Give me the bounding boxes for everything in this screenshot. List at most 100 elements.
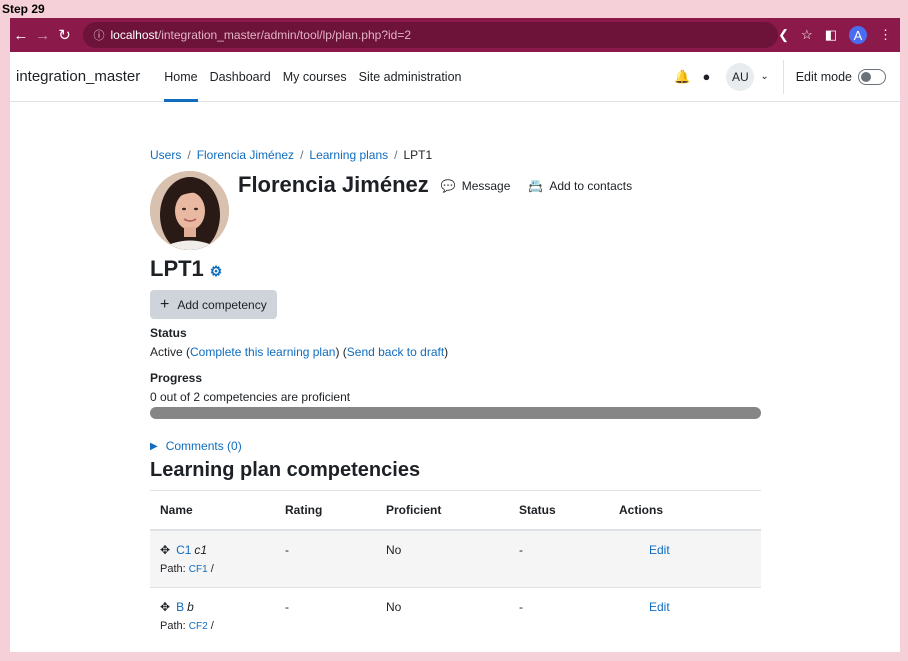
send-back-to-draft-link[interactable]: Send back to draft xyxy=(347,345,444,359)
competency-link[interactable]: C1 xyxy=(176,543,191,557)
col-proficient: Proficient xyxy=(376,490,509,531)
cell-name: ✥ C1 c1 Path: CF1 / xyxy=(150,529,275,588)
comments-label: Comments (0) xyxy=(165,439,242,453)
messaging-bubble-icon[interactable]: ● xyxy=(702,69,710,84)
plan-title: LPT1 xyxy=(150,256,204,281)
address-bar[interactable]: ⓘ localhost/integration_master/admin/too… xyxy=(83,22,779,48)
forward-arrow-icon[interactable]: → xyxy=(32,27,54,44)
reload-icon[interactable]: ↻ xyxy=(54,26,76,44)
site-info-icon[interactable]: ⓘ xyxy=(93,27,104,43)
edit-mode-label: Edit mode xyxy=(795,69,852,84)
status-end: ) xyxy=(444,345,449,359)
bookmark-star-icon[interactable]: ☆ xyxy=(801,27,813,43)
comments-toggle[interactable]: ▶ Comments (0) xyxy=(150,439,762,453)
path-separator: / xyxy=(210,620,214,632)
col-status: Status xyxy=(509,490,609,531)
side-panel-icon[interactable]: ◧ xyxy=(825,27,837,43)
path-line: Path: CF1 / xyxy=(160,563,265,575)
path-separator: / xyxy=(210,563,214,575)
breadcrumb-user[interactable]: Florencia Jiménez xyxy=(197,148,294,162)
status-mid: ) ( xyxy=(335,345,347,359)
framework-link[interactable]: CF1 xyxy=(189,564,208,575)
main-content: Users / Florencia Jiménez / Learning pla… xyxy=(150,102,762,644)
message-icon: 💬 xyxy=(440,179,456,193)
competency-desc: b xyxy=(187,600,194,614)
status-line: Active (Complete this learning plan) (Se… xyxy=(150,345,762,359)
breadcrumb: Users / Florencia Jiménez / Learning pla… xyxy=(150,148,762,162)
nav-my-courses[interactable]: My courses xyxy=(283,52,347,102)
cell-status: - xyxy=(509,529,609,588)
progress-bar xyxy=(150,407,761,419)
gear-icon[interactable]: ⚙ xyxy=(210,263,223,280)
add-contact-label: Add to contacts xyxy=(549,179,633,193)
table-header-row: Name Rating Proficient Status Actions xyxy=(150,490,761,531)
col-name: Name xyxy=(150,490,275,531)
cell-proficient: No xyxy=(376,529,509,588)
edit-mode-toggle[interactable] xyxy=(858,68,886,85)
breadcrumb-separator: / xyxy=(394,148,398,162)
status-label: Status xyxy=(150,326,187,340)
cell-actions: Edit xyxy=(609,529,761,588)
browser-toolbar: ← → ↻ ⓘ localhost/integration_master/adm… xyxy=(10,18,900,52)
address-card-icon: 📇 xyxy=(528,179,544,193)
share-icon[interactable]: ❮ xyxy=(778,27,789,43)
move-icon[interactable]: ✥ xyxy=(160,600,170,614)
add-competency-button[interactable]: + Add competency xyxy=(150,290,277,319)
breadcrumb-users[interactable]: Users xyxy=(150,148,181,162)
cell-rating: - xyxy=(275,529,376,588)
nav-dashboard[interactable]: Dashboard xyxy=(210,52,271,102)
plus-icon: + xyxy=(160,295,170,313)
table-row: ✥ Bb Path: CF2 / - No - Edit xyxy=(150,587,761,644)
step-label: Step 29 xyxy=(2,2,45,16)
status-text: Active ( xyxy=(150,345,191,359)
competency-link[interactable]: B xyxy=(176,600,184,614)
progress-text: 0 out of 2 competencies are proficient xyxy=(150,390,351,404)
cell-name: ✥ Bb Path: CF2 / xyxy=(150,587,275,644)
nav-home[interactable]: Home xyxy=(164,52,198,102)
edit-action-link[interactable]: Edit xyxy=(619,600,670,614)
url-path: /integration_master/admin/tool/lp/plan.p… xyxy=(157,28,412,42)
breadcrumb-separator: / xyxy=(187,148,191,162)
profile-header: Florencia Jiménez 💬 Message 📇 Add to con… xyxy=(150,171,762,250)
nav-divider xyxy=(782,59,784,94)
path-label: Path: xyxy=(160,620,186,632)
breadcrumb-separator: / xyxy=(300,148,304,162)
message-label: Message xyxy=(461,179,511,193)
cell-actions: Edit xyxy=(609,587,761,644)
competency-desc: c1 xyxy=(194,543,208,557)
cell-rating: - xyxy=(275,587,376,644)
path-line: Path: CF2 / xyxy=(160,620,265,632)
move-icon[interactable]: ✥ xyxy=(160,543,170,557)
chevron-down-icon[interactable]: ⌄ xyxy=(760,71,768,82)
caret-right-icon: ▶ xyxy=(150,440,158,452)
competencies-heading: Learning plan competencies xyxy=(150,459,421,481)
col-actions: Actions xyxy=(609,490,761,531)
message-button[interactable]: 💬 Message xyxy=(441,179,511,193)
profile-picture[interactable] xyxy=(150,171,229,250)
user-menu-avatar[interactable]: AU xyxy=(726,62,755,91)
back-arrow-icon[interactable]: ← xyxy=(10,27,32,44)
url-host: localhost xyxy=(110,28,158,42)
browser-menu-icon[interactable]: ⋮ xyxy=(879,27,892,43)
breadcrumb-learning-plans[interactable]: Learning plans xyxy=(309,148,388,162)
add-competency-label: Add competency xyxy=(177,297,267,312)
breadcrumb-current: LPT1 xyxy=(403,148,433,162)
edit-action-link[interactable]: Edit xyxy=(619,543,670,557)
competencies-table: Name Rating Proficient Status Actions ✥ C… xyxy=(150,490,761,644)
profile-name: Florencia Jiménez xyxy=(238,172,429,197)
complete-plan-link[interactable]: Complete this learning plan xyxy=(190,345,335,359)
add-to-contacts-button[interactable]: 📇 Add to contacts xyxy=(528,179,632,193)
plan-heading: LPT1 ⚙ xyxy=(150,256,762,282)
site-name[interactable]: integration_master xyxy=(16,68,140,85)
path-label: Path: xyxy=(160,563,186,575)
cell-proficient: No xyxy=(376,587,509,644)
nav-site-administration[interactable]: Site administration xyxy=(359,52,462,102)
notification-bell-icon[interactable]: 🔔 xyxy=(674,69,690,85)
browser-profile-avatar[interactable]: A xyxy=(849,26,867,44)
primary-navigation: integration_master Home Dashboard My cou… xyxy=(10,52,900,102)
table-row: ✥ C1 c1 Path: CF1 / - No - Edit xyxy=(150,529,761,588)
cell-status: - xyxy=(509,587,609,644)
progress-label: Progress xyxy=(150,371,203,385)
framework-link[interactable]: CF2 xyxy=(189,621,208,632)
moodle-page: integration_master Home Dashboard My cou… xyxy=(10,52,900,652)
